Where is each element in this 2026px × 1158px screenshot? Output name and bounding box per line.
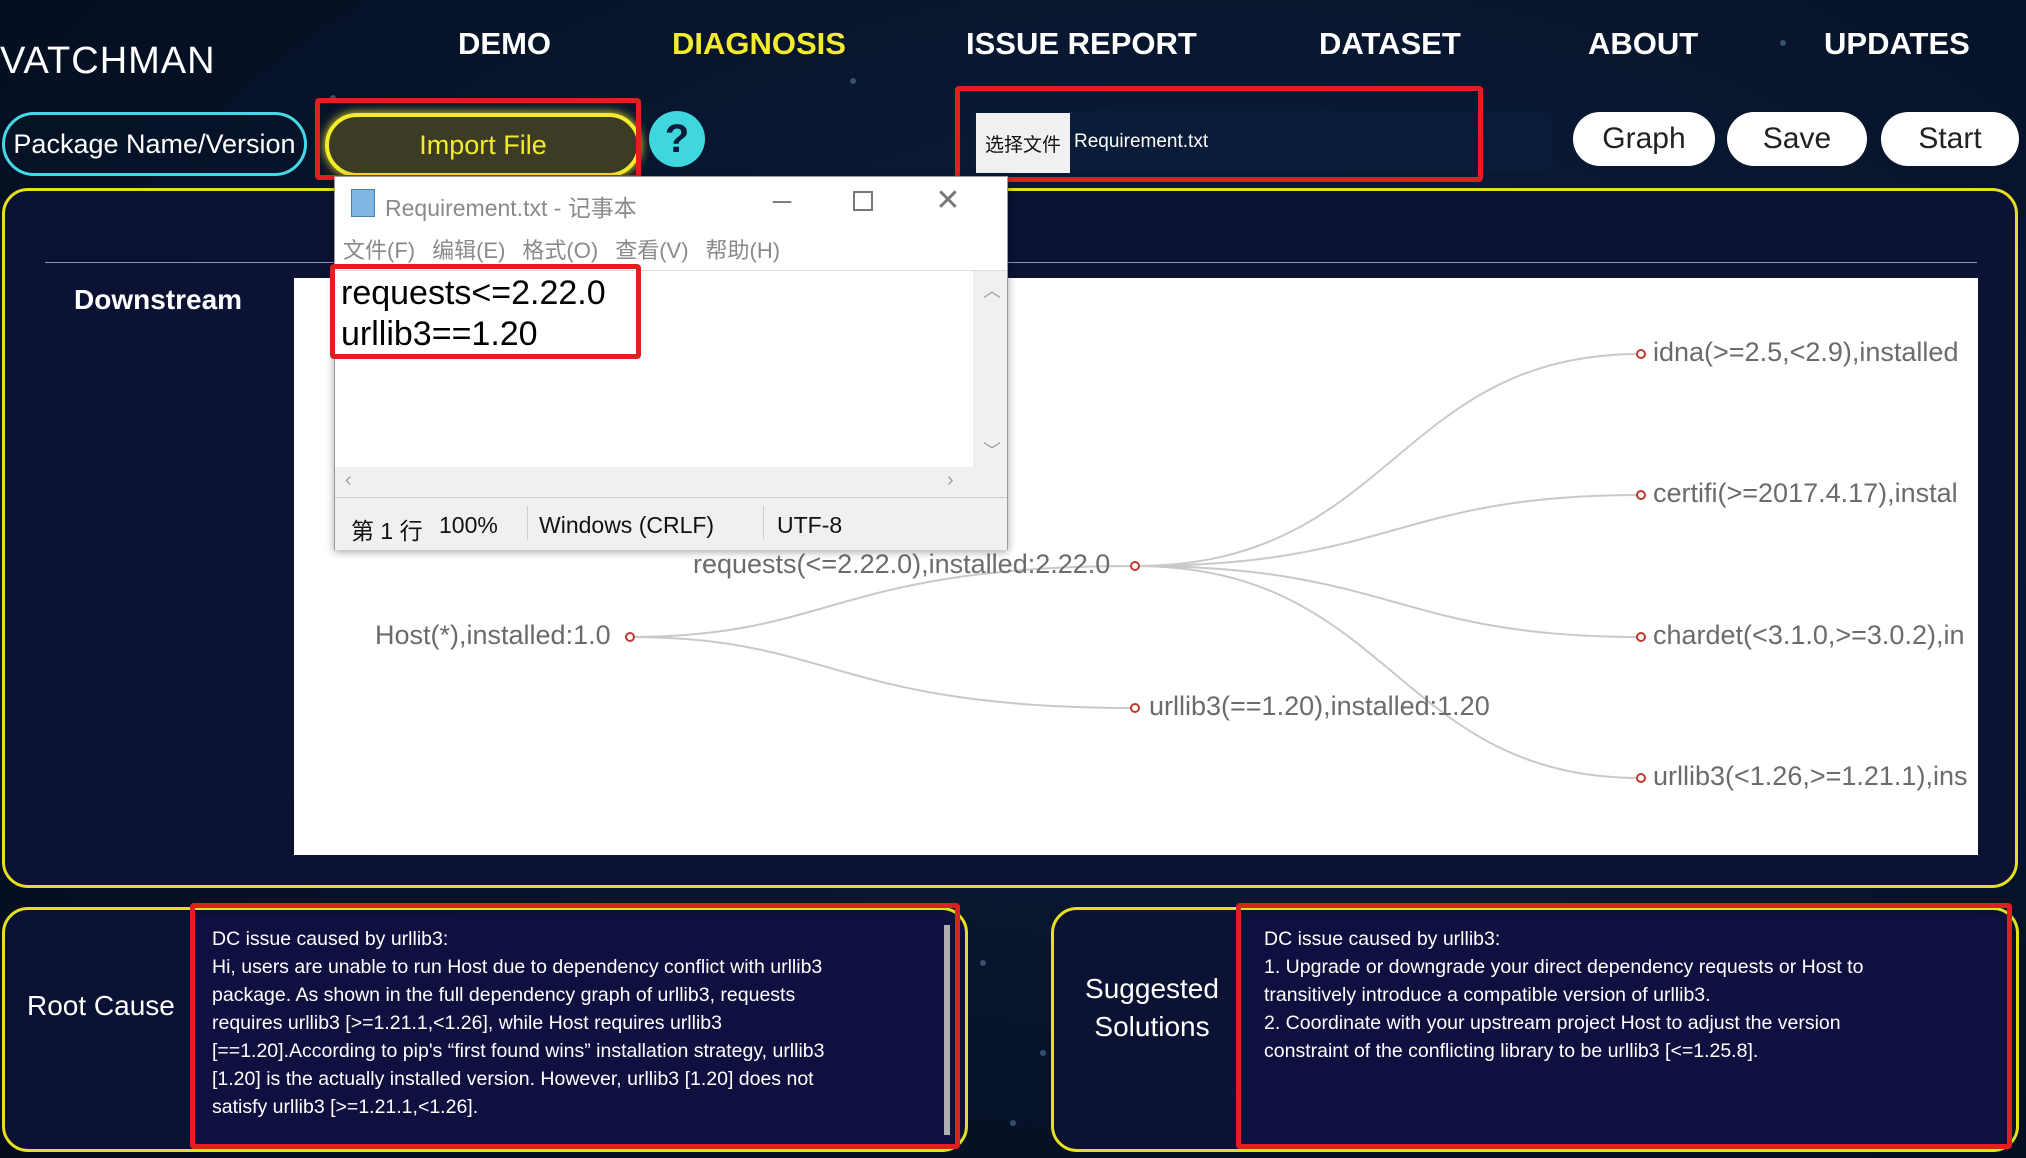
root-cause-label: Root Cause	[27, 990, 175, 1021]
highlight-root-cause	[190, 903, 960, 1149]
scroll-left-icon[interactable]: ‹	[345, 469, 352, 492]
node-idna	[1636, 349, 1646, 359]
scroll-down-icon[interactable]: ﹀	[983, 437, 1001, 463]
node-label-chardet: chardet(<3.1.0,>=3.0.2),in	[1653, 620, 1965, 650]
node-label-urllib3-direct: urllib3(==1.20),installed:1.20	[1149, 691, 1490, 721]
notepad-title: Requirement.txt - 记事本	[385, 195, 637, 221]
nav-issue-report[interactable]: ISSUE REPORT	[966, 26, 1197, 62]
edge-requests-idna	[1134, 353, 1642, 567]
start-button[interactable]: Start	[1881, 112, 2019, 166]
node-label-certifi: certifi(>=2017.4.17),instal	[1653, 478, 1958, 508]
node-urllib3-direct	[1130, 703, 1140, 713]
nav-dataset[interactable]: DATASET	[1319, 26, 1461, 62]
menu-help[interactable]: 帮助(H)	[706, 233, 781, 263]
notepad-titlebar[interactable]: Requirement.txt - 记事本 ─ ✕	[335, 177, 1007, 227]
minimize-icon[interactable]: ─	[767, 181, 797, 221]
solutions-label: Suggested Solutions	[1085, 973, 1219, 1042]
scroll-up-icon[interactable]: ︿	[983, 277, 1001, 303]
save-button[interactable]: Save	[1727, 112, 1867, 166]
menu-format[interactable]: 格式(O)	[522, 233, 598, 263]
menu-edit[interactable]: 编辑(E)	[432, 233, 505, 263]
vertical-scrollbar[interactable]: ︿ ﹀	[973, 271, 1007, 467]
menu-file[interactable]: 文件(F)	[343, 233, 415, 263]
node-requests	[1130, 561, 1140, 571]
status-line: 第 1 行	[351, 518, 423, 544]
scroll-right-icon[interactable]: ›	[947, 469, 954, 492]
app-logo: VATCHMAN	[0, 40, 216, 82]
package-name-input[interactable]: Package Name/Version	[2, 112, 307, 176]
edge-requests-chardet	[1134, 565, 1642, 638]
node-label-host: Host(*),installed:1.0	[375, 620, 611, 650]
horizontal-scrollbar[interactable]: ‹ ›	[335, 467, 1007, 497]
notepad-window[interactable]: Requirement.txt - 记事本 ─ ✕ 文件(F) 编辑(E) 格式…	[334, 176, 1008, 550]
highlight-import	[315, 98, 641, 180]
node-label-requests: requests(<=2.22.0),installed:2.22.0	[693, 549, 1111, 579]
node-label-urllib3-trans: urllib3(<1.26,>=1.21.1),ins	[1653, 761, 1968, 791]
help-icon[interactable]: ?	[649, 111, 705, 167]
menu-view[interactable]: 查看(V)	[615, 233, 688, 263]
nav-diagnosis[interactable]: DIAGNOSIS	[672, 26, 846, 62]
nav-about[interactable]: ABOUT	[1588, 26, 1698, 62]
status-encoding: UTF-8	[777, 512, 843, 538]
node-label-idna: idna(>=2.5,<2.9),installed	[1653, 337, 1959, 367]
status-line-ending: Windows (CRLF)	[539, 512, 715, 538]
section-label: Downstream	[74, 284, 243, 315]
node-chardet	[1636, 632, 1646, 642]
highlight-file	[955, 86, 1483, 182]
highlight-solutions	[1236, 903, 2012, 1149]
nav-demo[interactable]: DEMO	[458, 26, 551, 62]
graph-button[interactable]: Graph	[1573, 112, 1715, 166]
node-urllib3-trans	[1636, 773, 1646, 783]
node-host	[625, 632, 635, 642]
notepad-menubar: 文件(F) 编辑(E) 格式(O) 查看(V) 帮助(H)	[343, 233, 1003, 263]
maximize-icon[interactable]	[853, 191, 873, 211]
node-certifi	[1636, 490, 1646, 500]
highlight-requirements	[330, 264, 641, 359]
status-zoom: 100%	[439, 512, 498, 538]
close-icon[interactable]: ✕	[933, 181, 963, 221]
edge-requests-urllib3	[1134, 565, 1642, 779]
notepad-app-icon	[351, 189, 375, 217]
edge-host-urllib3	[629, 636, 1136, 709]
nav-updates[interactable]: UPDATES	[1824, 26, 1970, 62]
edge-requests-certifi	[1134, 494, 1642, 567]
notepad-statusbar: 第 1 行 100% Windows (CRLF) UTF-8	[335, 497, 1007, 550]
